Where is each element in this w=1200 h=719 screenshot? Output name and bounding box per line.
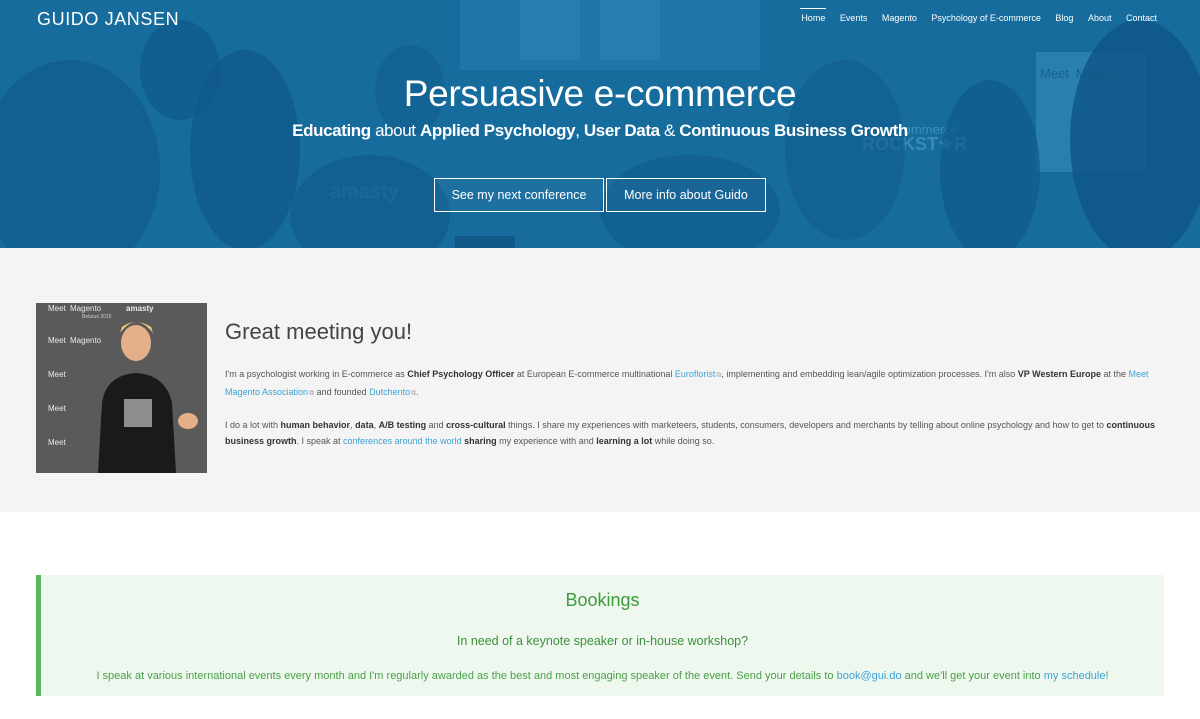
- intro-p1-chief-psychology-officer: Chief Psychology Officer: [407, 369, 515, 379]
- intro-paragraph-1: I'm a psychologist working in E-commerce…: [225, 366, 1155, 402]
- hero-subtitle-educating: Educating: [292, 121, 371, 140]
- portrait-banner-magento-2: Magento: [70, 336, 102, 345]
- more-info-button[interactable]: More info about Guido: [606, 178, 766, 212]
- intro-paragraph-2: I do a lot with human behavior, data, A/…: [225, 417, 1155, 449]
- intro-p1-text-6: .: [416, 387, 419, 397]
- nav-blog[interactable]: Blog: [1055, 13, 1073, 23]
- portrait-image: Meet Magento amasty Meet Magento Meet Me…: [36, 303, 207, 473]
- intro-p1-text-3: , implementing and embedding lean/agile …: [721, 369, 1018, 379]
- schedule-link[interactable]: my schedule: [1044, 670, 1106, 682]
- portrait-banner-meet-5: Meet: [48, 438, 67, 447]
- intro-heading: Great meeting you!: [225, 319, 413, 344]
- portrait-banner-meet: Meet: [48, 304, 67, 313]
- bookings-subtitle: In need of a keynote speaker or in-house…: [456, 634, 749, 648]
- intro-p2-text-9: while doing so.: [652, 436, 715, 446]
- hero-subtitle-about: about: [370, 121, 420, 140]
- nav-psychology-of-ecommerce[interactable]: Psychology of E-commerce: [931, 13, 1041, 23]
- intro-p2-text-5: things. I share my experiences with mark…: [505, 420, 1107, 430]
- bookings-text-1: I speak at various international events …: [96, 670, 837, 682]
- portrait-banner-meet-2: Meet: [48, 336, 67, 345]
- top-navigation: GUIDO JANSEN Home Events Magento Psychol…: [0, 0, 1200, 40]
- bookings-text-2: and we'll get your event into: [901, 670, 1044, 682]
- main-menu: Home Events Magento Psychology of E-comm…: [787, 8, 1157, 23]
- bookings-text: I speak at various international events …: [41, 670, 1164, 682]
- nav-about[interactable]: About: [1088, 13, 1112, 23]
- intro-p2-text-6: . I speak at: [296, 436, 344, 446]
- intro-section: Meet Magento amasty Meet Magento Meet Me…: [0, 248, 1200, 512]
- hero-subtitle: Educating about Applied Psychology, User…: [0, 121, 1200, 141]
- intro-p2-text-4: and: [426, 420, 447, 430]
- portrait-banner-magento: Magento: [70, 304, 102, 313]
- intro-p1-text-2: at European E-commerce multinational: [514, 369, 675, 379]
- site-logo[interactable]: GUIDO JANSEN: [37, 9, 179, 30]
- portrait-banner-meet-3: Meet: [48, 370, 67, 379]
- nav-home[interactable]: Home: [800, 8, 827, 23]
- intro-p2-ab-testing: A/B testing: [378, 420, 427, 430]
- intro-p1-text-4: at the: [1101, 369, 1129, 379]
- next-conference-button[interactable]: See my next conference: [434, 178, 604, 212]
- hero-subtitle-ampersand: &: [659, 121, 680, 140]
- hero-subtitle-comma: ,: [575, 121, 584, 140]
- intro-p1-text-5: and founded: [314, 387, 370, 397]
- intro-p1-vp-western-europe: VP Western Europe: [1017, 369, 1101, 379]
- nav-magento[interactable]: Magento: [882, 13, 917, 23]
- intro-p1-text-1: I'm a psychologist working in E-commerce…: [225, 369, 408, 379]
- conferences-link[interactable]: conferences around the world: [343, 436, 462, 446]
- booking-email-link[interactable]: book@gui.do: [837, 670, 902, 682]
- hero-subtitle-user-data: User Data: [583, 121, 660, 140]
- portrait-banner-belarus: Belarus 2015: [82, 314, 112, 320]
- section-spacer: [0, 512, 1200, 575]
- intro-p2-text-8: my experience with and: [496, 436, 597, 446]
- intro-body: I'm a psychologist working in E-commerce…: [225, 366, 1155, 464]
- bookings-text-3: !: [1105, 670, 1109, 682]
- nav-contact[interactable]: Contact: [1126, 13, 1157, 23]
- bookings-box: Bookings In need of a keynote speaker or…: [36, 575, 1164, 696]
- intro-p2-learning-a-lot: learning a lot: [596, 436, 653, 446]
- euroflorist-link[interactable]: Euroflorist: [675, 369, 716, 379]
- portrait-banner-amasty: amasty: [126, 304, 154, 313]
- dutchento-link[interactable]: Dutchento: [369, 387, 410, 397]
- intro-p2-data: data: [355, 420, 374, 430]
- intro-p2-cross-cultural: cross-cultural: [446, 420, 506, 430]
- hero-title: Persuasive e-commerce: [403, 73, 797, 114]
- hero-buttons: See my next conference More info about G…: [0, 178, 1200, 212]
- hero-subtitle-business-growth: Continuous Business Growth: [679, 121, 908, 140]
- hero-banner: Meet Magento eCommerce ROCKST★R amasty G…: [0, 0, 1200, 248]
- intro-p2-text-1: I do a lot with: [225, 420, 281, 430]
- portrait-banner-meet-4: Meet: [48, 404, 67, 413]
- intro-p2-sharing: sharing: [464, 436, 497, 446]
- intro-p2-human-behavior: human behavior: [280, 420, 351, 430]
- nav-events[interactable]: Events: [840, 13, 868, 23]
- hero-subtitle-applied-psychology: Applied Psychology: [419, 121, 576, 140]
- bookings-title: Bookings: [565, 590, 640, 610]
- portrait-photo: Meet Magento amasty Meet Magento Meet Me…: [36, 303, 207, 473]
